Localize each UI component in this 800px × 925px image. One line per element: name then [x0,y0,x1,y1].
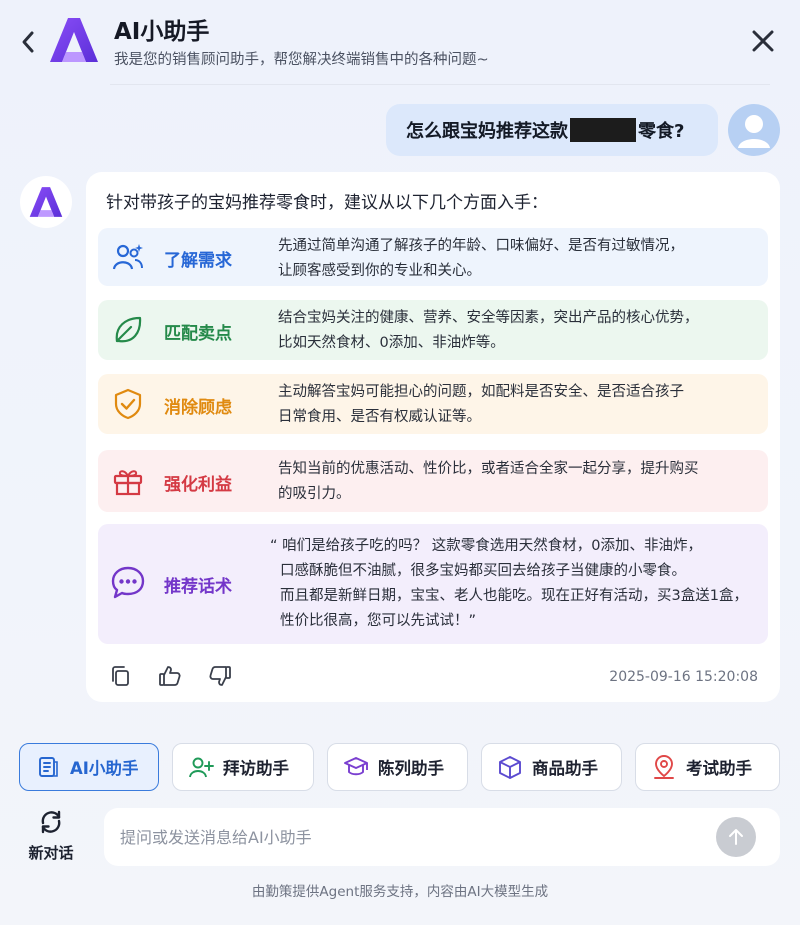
close-button[interactable] [748,26,778,56]
advice-item-concerns: 消除顾虑 主动解答宝妈可能担心的问题，如配料是否安全、是否适合孩子 日常食用、是… [98,374,768,434]
advice-line: 告知当前的优惠活动、性价比，或者适合全家一起分享，提升购买 [278,461,699,477]
tool-visit-assistant[interactable]: 拜访助手 [172,743,314,791]
tool-label: 陈列助手 [378,759,444,778]
user-message-bubble: 怎么跟宝妈推荐这款 零食? [386,104,718,156]
new-chat-label: 新对话 [28,844,74,862]
shield-check-icon [108,384,148,424]
advice-title: 强化利益 [164,475,232,495]
leaf-icon [108,310,148,350]
gift-icon [108,461,148,501]
advice-item-benefits: 强化利益 告知当前的优惠活动、性价比，或者适合全家一起分享，提升购买 的吸引力。 [98,450,768,512]
thumbs-up-icon [159,666,181,686]
advice-item-script: 推荐话术 “ 咱们是给孩子吃的吗？ 这款零食选用天然食材，0添加、非油炸， 口感… [98,524,768,644]
send-button[interactable] [716,817,756,857]
copy-button[interactable] [108,664,132,688]
advice-line: 主动解答宝妈可能担心的问题，如配料是否安全、是否适合孩子 [278,384,684,400]
advice-line: “ 咱们是给孩子吃的吗？ 这款零食选用天然食材，0添加、非油炸， [270,538,702,554]
document-icon [34,753,62,781]
tool-ai-assistant[interactable]: AI小助手 [19,743,159,791]
map-pin-icon [650,753,678,781]
advice-line: 性价比很高，您可以先试试！” [280,613,477,629]
advice-text: 告知当前的优惠活动、性价比，或者适合全家一起分享，提升购买 的吸引力。 [278,457,699,507]
thumbs-down-icon [209,666,231,686]
chevron-left-icon [22,31,34,53]
refresh-icon [37,808,65,836]
user-plus-icon [187,753,215,781]
advice-title: 匹配卖点 [164,324,232,344]
advice-line: 先通过简单沟通了解孩子的年龄、口味偏好、是否有过敏情况， [278,238,684,254]
message-input-container [104,808,780,866]
advice-line: 比如天然食材、0添加、非油炸等。 [278,335,505,351]
user-avatar [728,104,780,156]
assistant-avatar [20,176,72,228]
advice-title: 了解需求 [164,251,232,271]
chat-bubble-icon [108,563,148,603]
arrow-up-icon [729,829,743,845]
tool-label: 商品助手 [532,759,598,778]
advice-line: 口感酥脆但不油腻，很多宝妈都买回去给孩子当健康的小零食。 [280,563,686,579]
close-icon [752,30,774,52]
user-icon [738,115,770,148]
redacted-product-name [570,118,636,142]
message-timestamp: 2025-09-16 15:20:08 [609,669,758,685]
advice-line: 的吸引力。 [278,486,351,502]
new-chat-button[interactable]: 新对话 [18,808,84,868]
like-button[interactable] [158,664,182,688]
advice-title: 推荐话术 [164,577,232,597]
tool-exam-assistant[interactable]: 考试助手 [635,743,780,791]
message-actions [108,664,232,688]
user-message-text-start: 怎么跟宝妈推荐这款 [406,121,568,142]
user-message-text-end: 零食? [638,121,685,142]
advice-line: 而且都是新鲜日期，宝宝、老人也能吃。现在正好有活动，买3盒送1盒， [280,588,748,604]
advice-text: 先通过简单沟通了解孩子的年龄、口味偏好、是否有过敏情况， 让顾客感受到你的专业和… [278,234,684,284]
advice-line: 日常食用、是否有权威认证等。 [278,409,481,425]
advice-title: 消除顾虑 [164,398,232,418]
advice-text: “ 咱们是给孩子吃的吗？ 这款零食选用天然食材，0添加、非油炸， 口感酥脆但不油… [270,534,748,634]
advice-item-selling-points: 匹配卖点 结合宝妈关注的健康、营养、安全等因素，突出产品的核心优势， 比如天然食… [98,300,768,360]
advice-item-needs: 了解需求 先通过简单沟通了解孩子的年龄、口味偏好、是否有过敏情况， 让顾客感受到… [98,228,768,286]
graduation-cap-icon [342,753,370,781]
tool-label: AI小助手 [70,759,139,778]
back-button[interactable] [16,28,40,56]
tool-display-assistant[interactable]: 陈列助手 [327,743,468,791]
tool-label: 拜访助手 [223,759,289,778]
assistant-intro: 针对带孩子的宝妈推荐零食时，建议从以下几个方面入手： [106,193,548,213]
header-divider [110,84,770,85]
users-icon [108,237,148,277]
footer-disclaimer: 由勤策提供Agent服务支持，内容由AI大模型生成 [251,884,549,900]
advice-line: 让顾客感受到你的专业和关心。 [278,263,481,279]
page-subtitle: 我是您的销售顾问助手，帮您解决终端销售中的各种问题~ [114,52,489,68]
tool-product-assistant[interactable]: 商品助手 [481,743,622,791]
copy-icon [112,666,129,686]
message-input[interactable] [120,822,700,852]
advice-text: 主动解答宝妈可能担心的问题，如配料是否安全、是否适合孩子 日常食用、是否有权威认… [278,380,684,430]
assistant-message-card: 针对带孩子的宝妈推荐零食时，建议从以下几个方面入手： 了解需求 先通过简单沟通了… [86,172,780,702]
tool-label: 考试助手 [686,759,752,778]
box-icon [496,753,524,781]
header: AI小助手 我是您的销售顾问助手，帮您解决终端销售中的各种问题~ [0,0,800,86]
page-title: AI小助手 [114,19,210,45]
dislike-button[interactable] [208,664,232,688]
advice-line: 结合宝妈关注的健康、营养、安全等因素，突出产品的核心优势， [278,310,699,326]
app-logo [46,12,102,68]
advice-text: 结合宝妈关注的健康、营养、安全等因素，突出产品的核心优势， 比如天然食材、0添加… [278,306,699,356]
app-logo-icon [29,187,63,217]
